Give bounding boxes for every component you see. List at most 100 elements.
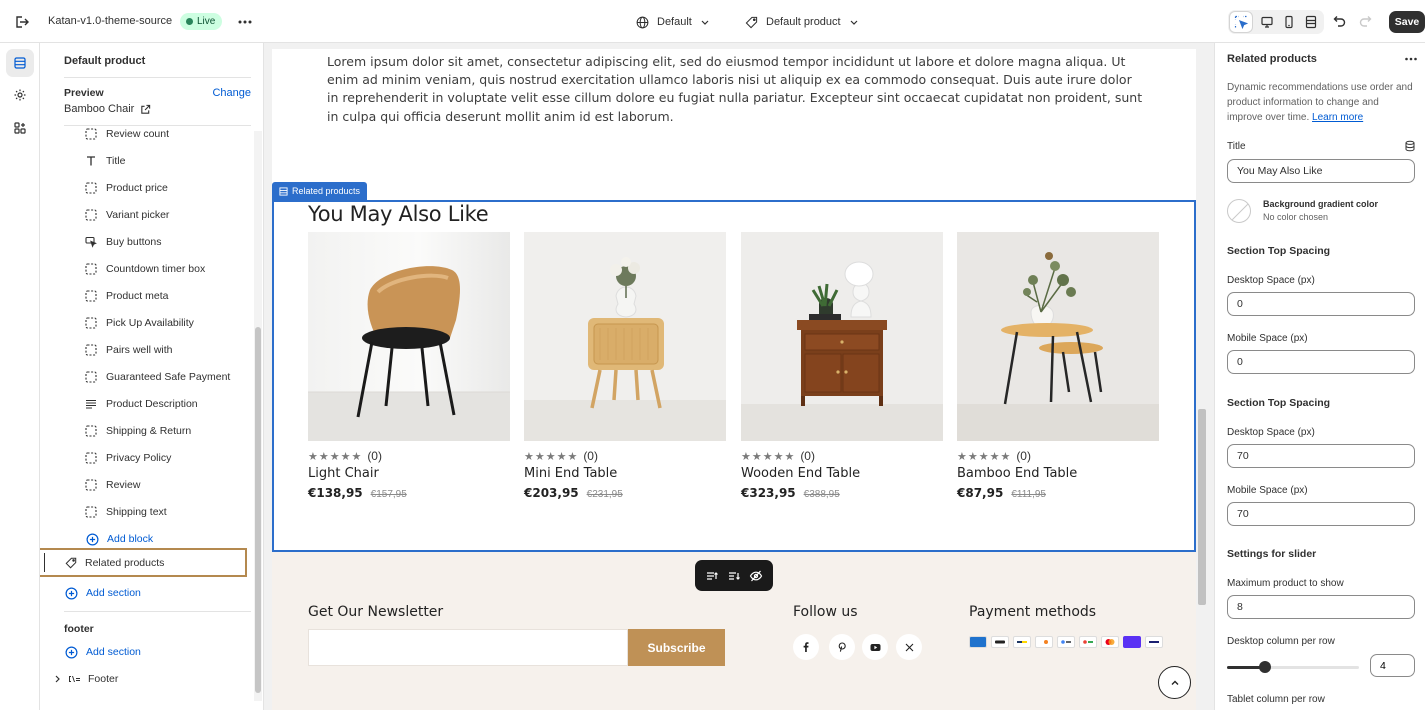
- desktop-columns-slider[interactable]: [1227, 660, 1359, 674]
- mobile-view-button[interactable]: [1278, 12, 1300, 32]
- learn-more-link[interactable]: Learn more: [1312, 112, 1363, 123]
- block-item[interactable]: Product price: [84, 177, 252, 199]
- dashed-square-icon: [84, 127, 98, 141]
- product-name[interactable]: Mini End Table: [524, 466, 726, 481]
- max-product-input[interactable]: [1227, 595, 1415, 619]
- save-button[interactable]: Save: [1389, 11, 1425, 33]
- canvas-scroll-thumb[interactable]: [1198, 409, 1206, 605]
- desktop-space-input[interactable]: [1227, 444, 1415, 468]
- globe-icon: [636, 16, 649, 29]
- top-bar: Katan-v1.0-theme-source Live Default Def…: [0, 0, 1425, 43]
- product-image-light-chair[interactable]: [308, 232, 510, 441]
- move-up-button[interactable]: [703, 567, 721, 585]
- hide-section-button[interactable]: [747, 567, 765, 585]
- block-item[interactable]: Variant picker: [84, 204, 252, 226]
- product-price: €203,95: [524, 486, 579, 500]
- newsletter-title: Get Our Newsletter: [308, 604, 444, 620]
- slider-group-heading: Settings for slider: [1227, 548, 1317, 560]
- x-twitter-link[interactable]: [896, 634, 922, 660]
- block-item[interactable]: Product meta: [84, 285, 252, 307]
- undo-icon[interactable]: [1330, 13, 1348, 31]
- footer-section-icon: [68, 673, 82, 685]
- block-item[interactable]: Shipping text: [84, 501, 252, 523]
- product-name[interactable]: Bamboo End Table: [957, 466, 1159, 481]
- scroll-to-top-button[interactable]: [1158, 666, 1191, 699]
- block-item[interactable]: Countdown timer box: [84, 258, 252, 280]
- block-item[interactable]: Review count: [84, 123, 252, 145]
- product-image-wooden-end-table[interactable]: [741, 232, 943, 441]
- product-card[interactable]: ★★★★★ (0) Mini End Table €203,95 €231,95: [524, 232, 726, 500]
- market-select[interactable]: Default: [636, 12, 710, 32]
- sidebar-scrollbar[interactable]: [254, 131, 262, 701]
- footer-add-section-label: Add section: [86, 646, 141, 658]
- subscribe-button[interactable]: Subscribe: [628, 629, 725, 666]
- block-item-label: Title: [106, 155, 126, 167]
- sections-rail-button[interactable]: [6, 49, 34, 77]
- mobile-space-input[interactable]: [1227, 502, 1415, 526]
- exit-icon[interactable]: [12, 13, 30, 31]
- review-count: (0): [800, 449, 815, 463]
- preview-label: Preview: [64, 87, 104, 99]
- youtube-link[interactable]: [862, 634, 888, 660]
- canvas-scrollbar[interactable]: [1197, 49, 1207, 710]
- dashed-square-icon: [84, 316, 98, 330]
- mobile-space-input[interactable]: [1227, 350, 1415, 374]
- section-tag[interactable]: Related products: [272, 182, 368, 200]
- product-card[interactable]: ★★★★★ (0) Wooden End Table €323,95 €388,95: [741, 232, 943, 500]
- block-item[interactable]: Privacy Policy: [84, 447, 252, 469]
- move-down-button[interactable]: [725, 567, 743, 585]
- product-image-mini-end-table[interactable]: [524, 232, 726, 441]
- block-item[interactable]: Shipping & Return: [84, 420, 252, 442]
- add-section-button[interactable]: Add section: [65, 583, 141, 603]
- sidebar-scroll-thumb[interactable]: [255, 327, 261, 693]
- divider: [64, 611, 251, 612]
- preview-canvas: Lorem ipsum dolor sit amet, consectetur …: [264, 43, 1214, 710]
- block-item[interactable]: Pick Up Availability: [84, 312, 252, 334]
- desktop-space-input[interactable]: [1227, 292, 1415, 316]
- preview-product-link[interactable]: Bamboo Chair: [64, 103, 151, 115]
- block-item-label: Product price: [106, 182, 168, 194]
- redo-icon[interactable]: [1357, 13, 1375, 31]
- add-block-button[interactable]: Add block: [86, 529, 153, 549]
- facebook-link[interactable]: [793, 634, 819, 660]
- gradient-color-swatch[interactable]: [1227, 199, 1251, 223]
- review-count: (0): [583, 449, 598, 463]
- theme-settings-rail-button[interactable]: [6, 81, 34, 109]
- block-item[interactable]: Guaranteed Safe Payment: [84, 366, 252, 388]
- sidebar-item-related-products[interactable]: Related products: [40, 548, 247, 577]
- title-field-input[interactable]: [1227, 159, 1415, 183]
- product-card[interactable]: ★★★★★ (0) Light Chair €138,95 €157,95: [308, 232, 510, 500]
- block-item[interactable]: Buy buttons: [84, 231, 252, 253]
- desktop-columns-input[interactable]: [1370, 654, 1415, 677]
- slider-handle[interactable]: [1259, 661, 1271, 673]
- pinterest-link[interactable]: [829, 634, 855, 660]
- sidebar-item-footer[interactable]: Footer: [52, 669, 118, 689]
- block-item[interactable]: Product Description: [84, 393, 252, 415]
- theme-more-icon[interactable]: [236, 13, 254, 31]
- product-card[interactable]: ★★★★★ (0) Bamboo End Table €87,95 €111,95: [957, 232, 1159, 500]
- external-link-icon: [140, 104, 151, 115]
- desktop-view-button[interactable]: [1256, 12, 1278, 32]
- app-embeds-rail-button[interactable]: [6, 114, 34, 142]
- inspector-toggle-button[interactable]: [1230, 12, 1252, 32]
- market-select-label: Default: [657, 16, 692, 28]
- block-item[interactable]: Title: [84, 150, 252, 172]
- settings-more-icon[interactable]: [1403, 51, 1419, 67]
- block-item[interactable]: Review: [84, 474, 252, 496]
- product-name[interactable]: Wooden End Table: [741, 466, 943, 481]
- fullscreen-view-button[interactable]: [1300, 12, 1322, 32]
- plus-circle-icon: [65, 646, 78, 659]
- block-item[interactable]: Pairs well with: [84, 339, 252, 361]
- product-name[interactable]: Light Chair: [308, 466, 510, 481]
- footer-add-section-button[interactable]: Add section: [65, 642, 141, 662]
- tag-icon: [745, 16, 758, 29]
- template-select-label: Default product: [766, 16, 841, 28]
- compare-price: €157,95: [370, 489, 407, 500]
- template-select[interactable]: Default product: [745, 12, 859, 32]
- product-image-bamboo-end-table[interactable]: [957, 232, 1159, 441]
- chevron-right-icon[interactable]: [52, 674, 62, 684]
- dynamic-source-icon[interactable]: [1404, 140, 1416, 152]
- newsletter-email-input[interactable]: [308, 629, 628, 666]
- change-preview-link[interactable]: Change: [212, 87, 251, 99]
- view-toggle-group: [1228, 10, 1324, 34]
